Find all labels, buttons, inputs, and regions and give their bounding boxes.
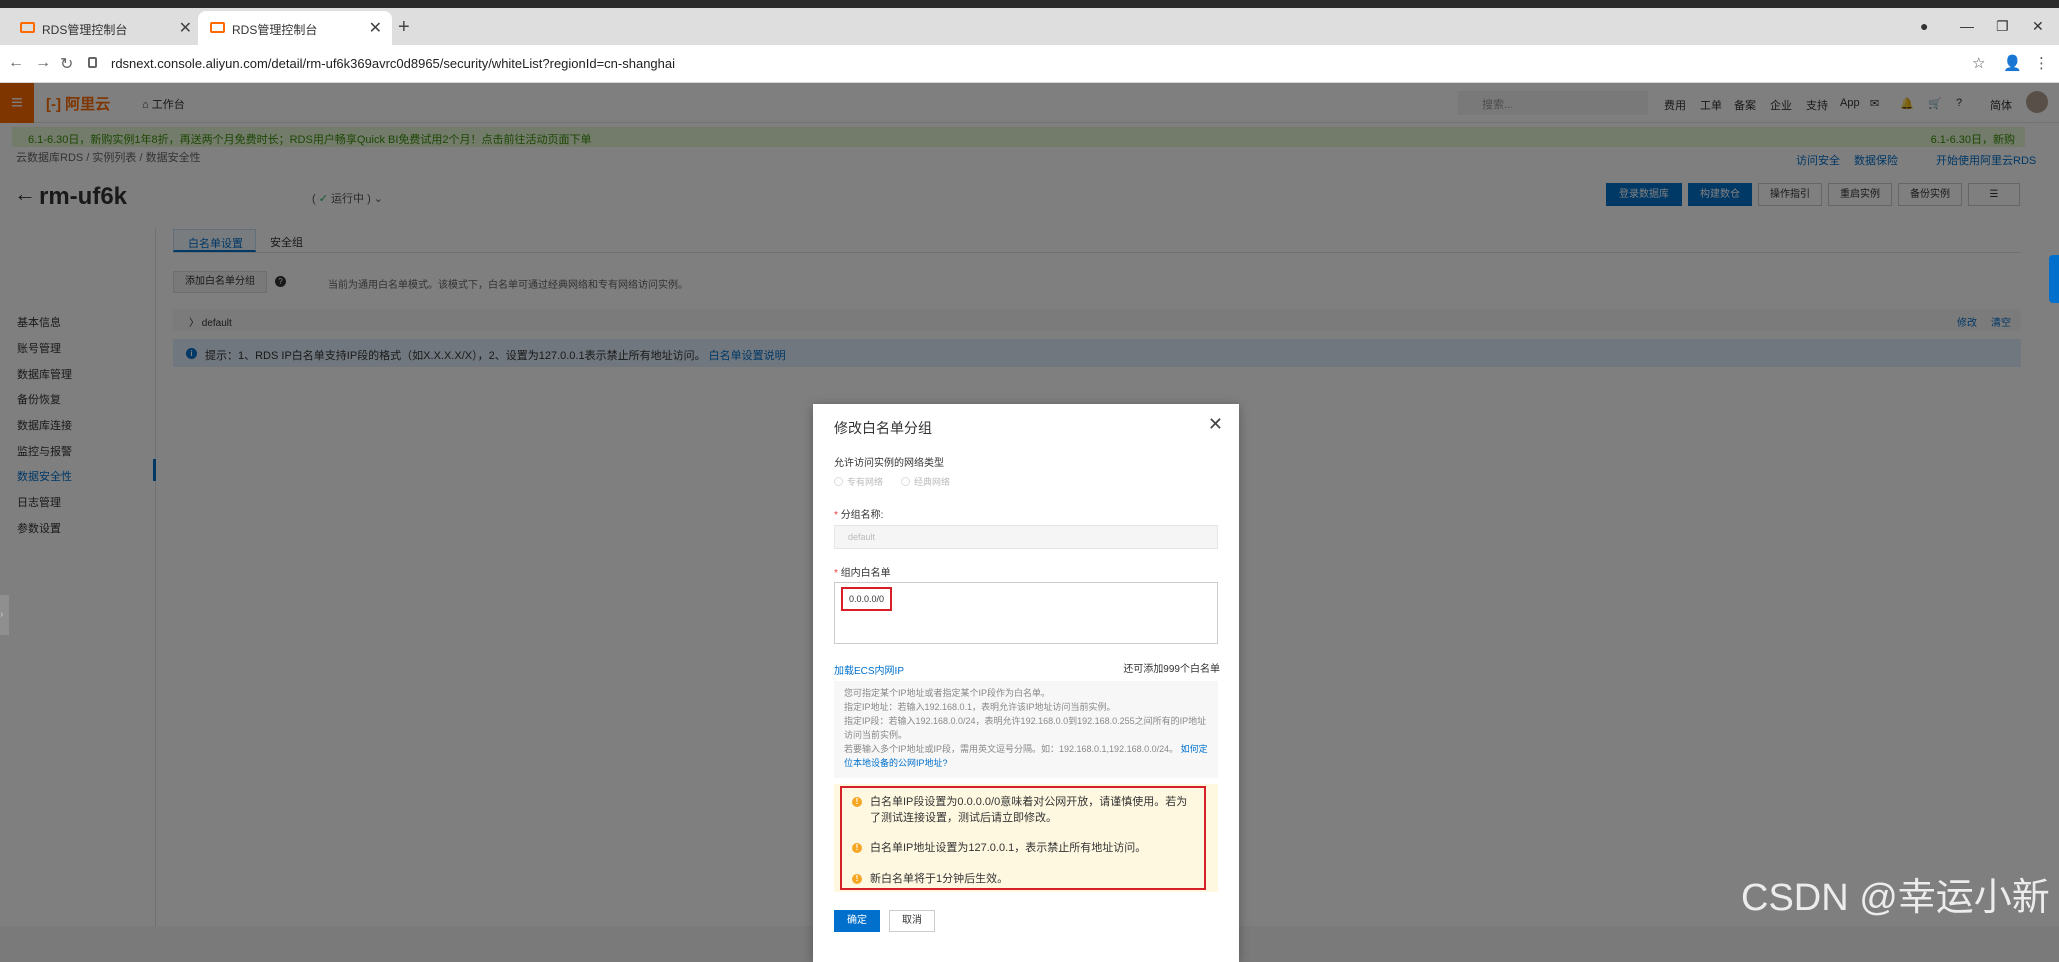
- forward-icon[interactable]: →: [35, 54, 51, 72]
- profile-circle-icon[interactable]: ●: [1920, 18, 1928, 34]
- new-tab-icon[interactable]: +: [398, 16, 410, 39]
- lock-icon: [88, 57, 97, 68]
- radio-icon: [834, 477, 843, 486]
- aliyun-favicon-icon: [210, 22, 225, 33]
- warning-icon: !: [852, 843, 862, 853]
- window-top-strip: [0, 0, 2059, 8]
- warning-item: ! 白名单IP地址设置为127.0.0.1，表示禁止所有地址访问。: [852, 840, 1192, 856]
- console-page: ≡ [-] 阿里云 ⌂ 工作台 搜索... 费用 工单 备案 企业 支持 App…: [0, 83, 2059, 962]
- radio-classic[interactable]: 经典网络: [901, 475, 950, 488]
- bookmark-star-icon[interactable]: ☆: [1972, 54, 1985, 72]
- close-tab-icon[interactable]: ✕: [179, 18, 192, 38]
- help-line: 指定IP地址：若输入192.168.0.1，表明允许该IP地址访问当前实例。: [844, 702, 1116, 712]
- url-text[interactable]: rdsnext.console.aliyun.com/detail/rm-uf6…: [111, 56, 675, 71]
- address-bar: ← → ↻ rdsnext.console.aliyun.com/detail/…: [0, 45, 2059, 83]
- whitelist-label: * 组内白名单: [834, 568, 891, 579]
- left-expand-handle[interactable]: ›: [0, 595, 9, 635]
- dialog-title: 修改白名单分组: [834, 420, 932, 436]
- warning-icon: !: [852, 797, 862, 807]
- network-type-label: 允许访问实例的网络类型: [834, 458, 944, 469]
- browser-tab-bar: RDS管理控制台 ✕ RDS管理控制台 ✕ + ● — ❐ ✕: [0, 8, 2059, 45]
- warning-icon: !: [852, 874, 862, 884]
- reload-icon[interactable]: ↻: [60, 54, 73, 74]
- browser-tab-title: RDS管理控制台: [232, 23, 318, 37]
- warning-item: ! 白名单IP段设置为0.0.0.0/0意味着对公网开放，请谨慎使用。若为了测试…: [852, 794, 1192, 826]
- group-name-label: * 分组名称:: [834, 510, 884, 521]
- remaining-count: 还可添加999个白名单: [1123, 664, 1220, 675]
- close-window-icon[interactable]: ✕: [2032, 18, 2044, 35]
- menu-dots-icon[interactable]: ⋮: [2034, 54, 2049, 72]
- back-icon[interactable]: ←: [8, 54, 24, 72]
- whitelist-textarea[interactable]: 0.0.0.0/0: [834, 582, 1218, 644]
- browser-tab-title: RDS管理控制台: [42, 23, 128, 37]
- edit-whitelist-dialog: 修改白名单分组 ✕ 允许访问实例的网络类型 专有网络 经典网络 * 分组名称: …: [813, 404, 1239, 962]
- help-line: 您可指定某个IP地址或者指定某个IP段作为白名单。: [844, 688, 1051, 698]
- help-line: 指定IP段：若输入192.168.0.0/24，表明允许192.168.0.0到…: [844, 716, 1207, 740]
- cancel-button[interactable]: 取消: [889, 910, 935, 932]
- aliyun-favicon-icon: [20, 22, 35, 33]
- radio-icon: [901, 477, 910, 486]
- whitelist-ip-value: 0.0.0.0/0: [841, 587, 892, 611]
- close-tab-icon[interactable]: ✕: [369, 18, 382, 38]
- minimize-icon[interactable]: —: [1960, 18, 1974, 34]
- csdn-watermark: CSDN @幸运小新: [1741, 877, 2050, 919]
- browser-tab-1[interactable]: RDS管理控制台 ✕: [8, 11, 202, 45]
- warning-item: ! 新白名单将于1分钟后生效。: [852, 871, 1192, 887]
- confirm-button[interactable]: 确定: [834, 910, 880, 932]
- warning-box: ! 白名单IP段设置为0.0.0.0/0意味着对公网开放，请谨慎使用。若为了测试…: [834, 784, 1218, 892]
- load-ecs-ip-link[interactable]: 加载ECS内网IP: [834, 662, 904, 677]
- help-line: 若要输入多个IP地址或IP段，需用英文逗号分隔。如：192.168.0.1,19…: [844, 744, 1208, 768]
- account-icon[interactable]: 👤: [2003, 54, 2022, 72]
- browser-tab-2[interactable]: RDS管理控制台 ✕: [198, 11, 392, 45]
- side-drawer-handle[interactable]: [2049, 255, 2059, 303]
- restore-icon[interactable]: ❐: [1996, 18, 2009, 35]
- group-name-input[interactable]: default: [834, 525, 1218, 549]
- close-icon[interactable]: ✕: [1208, 414, 1223, 435]
- radio-vpc[interactable]: 专有网络: [834, 475, 883, 488]
- warning-highlight: ! 白名单IP段设置为0.0.0.0/0意味着对公网开放，请谨慎使用。若为了测试…: [840, 786, 1206, 890]
- whitelist-help-box: 您可指定某个IP地址或者指定某个IP段作为白名单。 指定IP地址：若输入192.…: [834, 681, 1218, 778]
